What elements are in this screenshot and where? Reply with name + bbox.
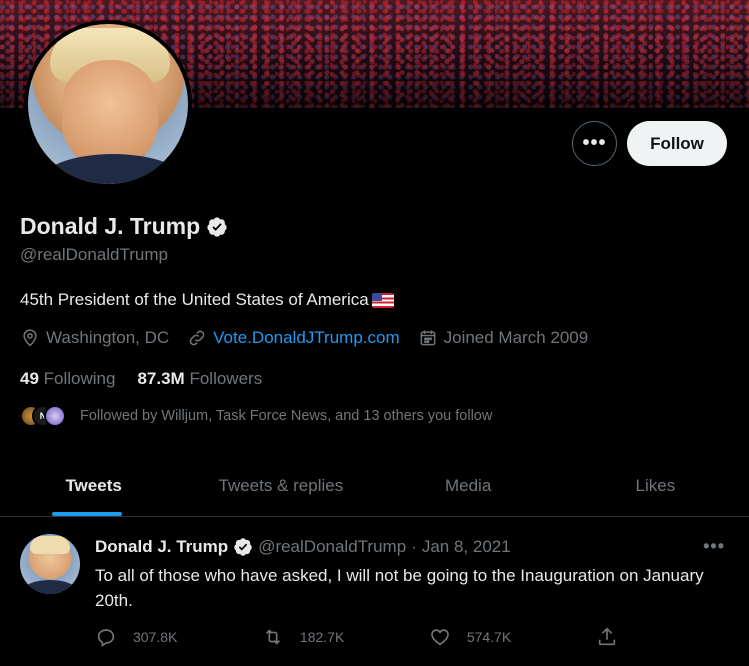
- joined-date: Joined March 2009: [418, 328, 589, 348]
- share-icon: [598, 627, 615, 646]
- tweet-text: To all of those who have asked, I will n…: [95, 566, 704, 610]
- separator: ·: [411, 537, 417, 556]
- active-tab-indicator: [52, 512, 122, 516]
- tab-likes[interactable]: Likes: [562, 455, 749, 516]
- followed-by-text: Followed by Willjum, Task Force News, an…: [80, 408, 493, 424]
- reply-count: 307.8K: [133, 629, 178, 645]
- like-button[interactable]: 574.7K: [429, 626, 596, 648]
- retweet-button[interactable]: 182.7K: [262, 626, 429, 648]
- verified-badge-icon: [207, 216, 227, 237]
- tweet-date[interactable]: Jan 8, 2021: [422, 537, 511, 557]
- follow-stats: 49 Following 87.3M Followers: [20, 369, 262, 389]
- tweet-header: Donald J. Trump @realDonaldTrump · Jan 8…: [95, 537, 511, 557]
- verified-badge-icon: [234, 538, 252, 556]
- followed-by[interactable]: N Followed by Willjum, Task Force News, …: [20, 405, 492, 427]
- profile-tabs: Tweets Tweets & replies Media Likes: [0, 455, 749, 517]
- tweet-more-icon[interactable]: •••: [703, 536, 725, 557]
- tab-media[interactable]: Media: [375, 455, 562, 516]
- following-count: 49: [20, 369, 39, 388]
- tab-label: Media: [444, 475, 492, 495]
- tweet-author-name[interactable]: Donald J. Trump: [95, 537, 228, 557]
- link-icon: [189, 330, 205, 346]
- following-label: Following: [43, 369, 116, 388]
- followers-link[interactable]: 87.3M Followers: [137, 369, 262, 389]
- profile-name-text: Donald J. Trump: [20, 213, 201, 239]
- tab-tweets-replies[interactable]: Tweets & replies: [187, 455, 374, 516]
- follow-button[interactable]: Follow: [627, 121, 727, 166]
- bio-text: 45th President of the United States of A…: [20, 290, 369, 309]
- tweet-author-handle[interactable]: @realDonaldTrump: [258, 537, 406, 557]
- heart-icon: [430, 629, 449, 646]
- joined-text: Joined March 2009: [443, 328, 589, 347]
- tab-label: Tweets: [65, 475, 122, 495]
- profile-bio: 45th President of the United States of A…: [20, 290, 394, 310]
- followers-count: 87.3M: [137, 369, 185, 388]
- tweet[interactable]: Donald J. Trump @realDonaldTrump · Jan 8…: [0, 518, 749, 666]
- website[interactable]: Vote.DonaldJTrump.com: [187, 328, 400, 348]
- profile-avatar[interactable]: [24, 20, 192, 188]
- reply-icon: [97, 629, 115, 647]
- tweet-actions: 307.8K 182.7K 574.7K: [95, 626, 635, 648]
- following-link[interactable]: 49 Following: [20, 369, 115, 389]
- retweet-icon: [265, 629, 280, 645]
- profile-name: Donald J. Trump: [20, 213, 228, 240]
- mutual-avatar: [44, 405, 66, 427]
- tab-tweets[interactable]: Tweets: [0, 455, 187, 516]
- website-link[interactable]: Vote.DonaldJTrump.com: [213, 328, 399, 348]
- location: Washington, DC: [20, 328, 169, 348]
- tab-label: Tweets & replies: [218, 475, 344, 495]
- like-count: 574.7K: [466, 629, 512, 645]
- more-options-button[interactable]: •••: [572, 121, 617, 166]
- location-text: Washington, DC: [46, 328, 170, 347]
- profile-handle: @realDonaldTrump: [20, 245, 168, 264]
- share-button[interactable]: [596, 626, 635, 648]
- retweet-count: 182.7K: [299, 629, 345, 645]
- calendar-icon: [420, 330, 436, 346]
- us-flag-icon: [371, 292, 394, 308]
- tweet-avatar[interactable]: [20, 534, 80, 594]
- mutual-avatars: N: [20, 405, 70, 427]
- location-pin-icon: [23, 329, 37, 347]
- reply-button[interactable]: 307.8K: [95, 626, 262, 648]
- profile-meta: Washington, DC Vote.DonaldJTrump.com Joi…: [20, 328, 606, 348]
- tab-label: Likes: [635, 475, 676, 495]
- followers-label: Followers: [189, 369, 263, 388]
